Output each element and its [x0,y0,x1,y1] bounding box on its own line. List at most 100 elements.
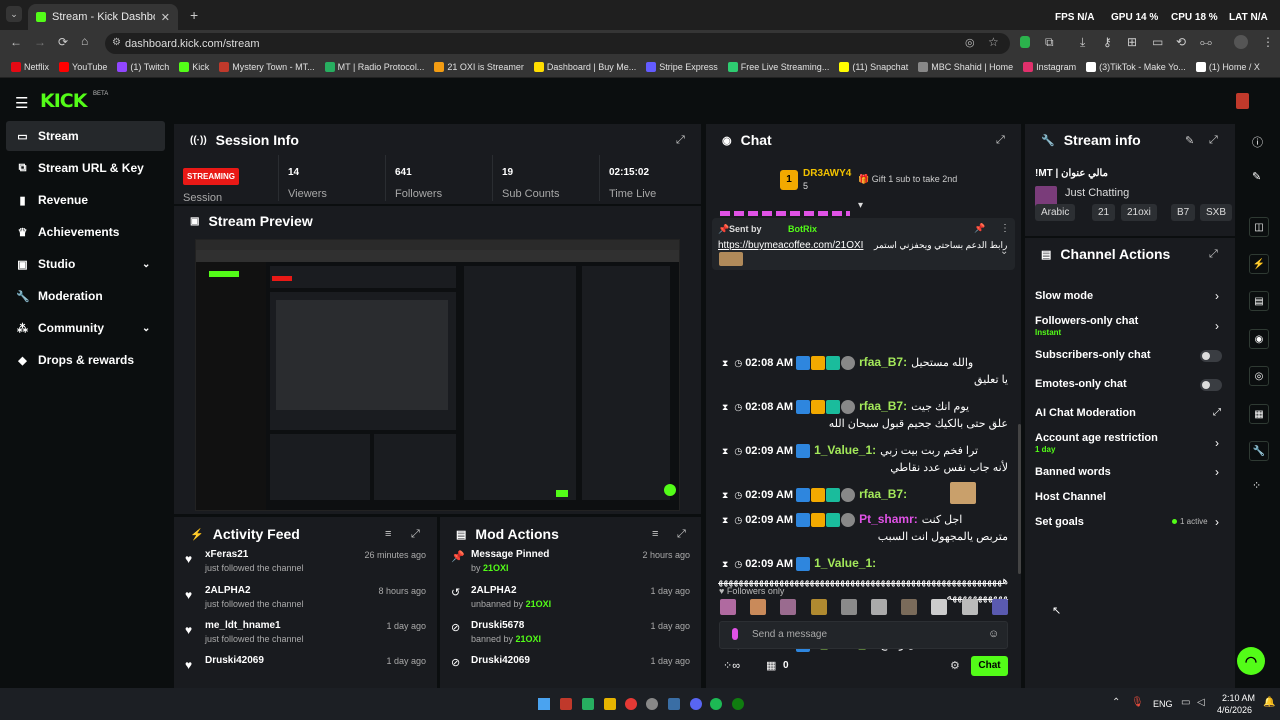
chat-message[interactable]: ⧗ ◷ 02:08 AM rfaa_B7: والله مستحيل يا تعليق [718,354,1008,388]
notification-bell-icon[interactable]: 🔔 [1263,697,1275,708]
taskbar-discord-icon[interactable] [690,698,702,710]
popout-icon[interactable]: ⤢ [676,134,685,147]
bookmark-star-icon[interactable]: ☆ [988,35,999,49]
filter-icon[interactable]: ≡ [385,528,391,540]
bookmark-item[interactable]: (3)TikTok - Make Yo... [1081,61,1191,72]
channel-action-ai-chat-moderation[interactable]: AI Chat Moderation [1035,407,1136,419]
tray-mic-icon[interactable]: 🎙 [1131,697,1144,708]
clock-date[interactable]: 4/6/2026 [1217,705,1252,715]
chat-input-box[interactable]: Send a message ☺ [719,621,1008,649]
tray-network-icon[interactable]: ▭ [1181,697,1190,708]
microphone-icon[interactable] [732,628,738,640]
back-icon[interactable]: ← [10,35,22,49]
bookmark-item[interactable]: Stripe Express [641,61,723,72]
activity-item[interactable]: ♥ Druski42069 1 day ago [174,655,437,689]
bookmark-item[interactable]: Netflix [6,61,54,72]
unpin-icon[interactable]: 📌 [974,223,985,234]
hide-icon[interactable]: ◎ [965,36,975,49]
sidebar-item-community[interactable]: ⁂ Community ⌄ [6,313,165,343]
bookmark-item[interactable]: MT | Radio Protocol... [320,61,430,72]
close-tab-icon[interactable]: ✕ [161,11,170,24]
collapse-icon[interactable]: ▾ [858,200,863,211]
edit-icon[interactable]: ✎ [1185,134,1194,147]
pinned-message[interactable]: 📌 Sent by BotRix 📌 ⋮ https://buymeacoffe… [712,218,1015,270]
popout-icon[interactable]: ⤢ [996,134,1005,147]
tab-search-icon[interactable]: ⌄ [6,6,22,22]
history-icon[interactable]: ⟲ [1176,35,1186,49]
sidebar-item-moderation[interactable]: 🔧 Moderation [6,281,165,311]
forward-icon[interactable]: → [34,35,46,49]
popout-icon[interactable]: ⤢ [677,528,686,541]
tag-chip[interactable]: 21oxi [1121,204,1157,221]
bookmark-item[interactable]: Mystery Town - MT... [214,61,319,72]
chat-message[interactable]: ⧗ ◷ 02:09 AM rfaa_B7: [718,482,1008,504]
gift-prompt[interactable]: 🎁 Gift 1 sub to take 2nd [858,174,957,185]
chevron-right-icon[interactable]: › [1215,436,1219,450]
channel-action-subscribers-only-chat[interactable]: Subscribers-only chat [1035,349,1151,361]
rail-capture-icon[interactable]: ◫ [1249,217,1269,237]
bookmark-item[interactable]: (11) Snapchat [834,61,913,72]
taskbar-app-icon-2[interactable] [582,698,594,710]
bookmark-item[interactable]: 21 OXI is Streamer [429,61,529,72]
chat-scrollbar[interactable] [1018,424,1021,574]
sidebar-item-stream[interactable]: ▭ Stream [6,121,165,151]
chat-message[interactable]: ⧗ ◷ 02:09 AM Pt_shamr: اجل كنت متربص يالمجهول… [718,511,1008,545]
chevron-down-icon[interactable]: ⌄ [142,259,150,270]
emote-icon[interactable] [901,599,918,615]
gift-sub-icon[interactable]: ⁘∞ [723,659,740,672]
channel-action-account-age-restriction[interactable]: Account age restriction [1035,432,1158,444]
stream-preview-video[interactable] [195,239,680,511]
mod-action-item[interactable]: ↺ 2ALPHA2 1 day ago unbanned by 21OXI [440,585,701,619]
channel-action-slow-mode[interactable]: Slow mode [1035,290,1093,302]
bookmark-item[interactable]: Kick [174,61,214,72]
expand-icon[interactable]: ⌄ [1000,246,1008,257]
kick-logo[interactable]: KICK [40,90,87,112]
taskbar-xbox-icon[interactable] [732,698,744,710]
emote-icon[interactable] [810,599,827,615]
home-icon[interactable]: ⌂ [81,34,88,48]
emote-icon[interactable] [991,599,1008,615]
filter-icon[interactable]: ≡ [652,528,658,540]
mod-action-item[interactable]: 📌 Message Pinned 2 hours ago by 21OXI [440,549,701,583]
taskbar-chrome-icon[interactable] [625,698,637,710]
chat-username[interactable]: Pt_shamr: [859,512,918,526]
taskbar-app-icon-1[interactable] [560,698,572,710]
chevron-right-icon[interactable]: › [1215,289,1219,303]
channel-action-emotes-only-chat-toggle[interactable] [1200,379,1222,391]
bookmark-item[interactable]: Instagram [1018,61,1081,72]
bookmark-item[interactable]: (1) Home / X [1191,61,1265,72]
rail-community-icon[interactable]: ⁘ [1252,479,1261,492]
site-info-icon[interactable]: ⚙ [112,37,121,48]
rail-doc-icon[interactable]: ▤ [1249,291,1269,311]
popout-icon[interactable]: ⤢ [1209,248,1218,261]
pencil-icon[interactable]: ✎ [1252,170,1261,183]
chat-username[interactable]: rfaa_B7: [859,487,907,501]
language-indicator[interactable]: ENG [1153,699,1173,709]
rail-grid-icon[interactable]: ▦ [1249,404,1269,424]
tray-chevron-icon[interactable]: ⌃ [1112,697,1120,708]
chat-send-button[interactable]: Chat [971,656,1008,676]
top-gifter-name[interactable]: DR3AWY4 [803,168,851,179]
emote-icon[interactable] [780,599,797,615]
sidebar-item-stream-url-key[interactable]: ⧉ Stream URL & Key [6,153,165,183]
shop-icon[interactable]: ▦ [766,659,776,672]
channel-action-banned-words[interactable]: Banned words [1035,466,1111,478]
tag-chip[interactable]: B7 [1171,204,1196,221]
chat-username[interactable]: 1_Value_1: [814,556,876,570]
sidebar-item-revenue[interactable]: ▮ Revenue [6,185,165,215]
external-link-icon[interactable]: ⤢ [1213,407,1221,418]
link-share-icon[interactable]: ⧟ [1200,35,1212,50]
extension-shield-icon[interactable] [1020,36,1030,48]
channel-action-host-channel[interactable]: Host Channel [1035,491,1106,503]
chat-settings-icon[interactable]: ⚙ [950,659,960,672]
chat-username[interactable]: rfaa_B7: [859,399,907,413]
emoji-icon[interactable]: ☺ [988,628,999,640]
emote-icon[interactable] [871,599,887,615]
mod-action-item[interactable]: ⊘ Druski5678 1 day ago banned by 21OXI [440,620,701,654]
reload-icon[interactable]: ⟳ [58,35,68,49]
mod-action-item[interactable]: ⊘ Druski42069 1 day ago [440,655,701,689]
download-icon[interactable]: ⤓ [1080,35,1085,50]
chat-message[interactable]: ⧗ ◷ 02:09 AM 1_Value_1: ترا فخم ربت بيت زبي ل… [718,442,1008,476]
taskbar-folder-icon[interactable] [604,698,616,710]
pinned-url[interactable]: https://buymeacoffee.com/21OXI [718,240,863,251]
